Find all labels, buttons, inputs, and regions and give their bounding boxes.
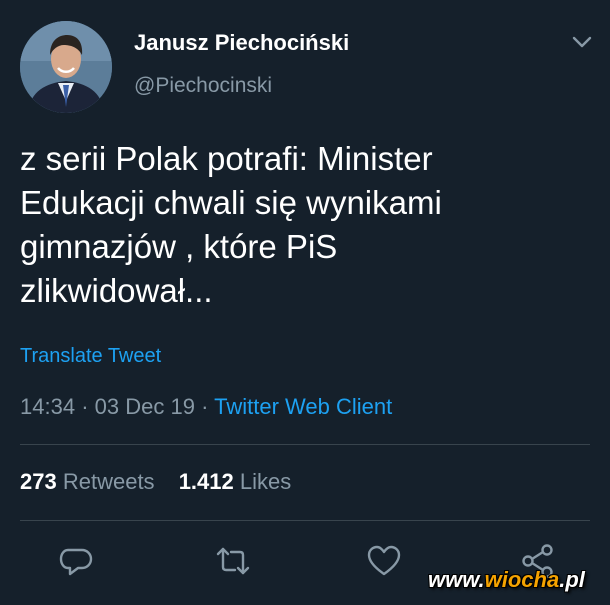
retweets-count: 273: [20, 469, 57, 494]
avatar-photo: [20, 21, 112, 113]
watermark: www.wiocha.pl: [428, 567, 585, 593]
tweet-meta: 14:34 · 03 Dec 19 · Twitter Web Client: [20, 394, 392, 420]
likes-count: 1.412: [178, 469, 234, 494]
tweet-text: z serii Polak potrafi: Minister Edukacji…: [20, 140, 442, 309]
tweet-menu-caret[interactable]: [571, 34, 593, 50]
retweets-label: Retweets: [62, 469, 155, 494]
like-icon: [367, 545, 401, 576]
tweet-date[interactable]: 03 Dec 19: [95, 394, 195, 419]
meta-separator: ·: [81, 394, 89, 419]
tweet-source-link[interactable]: Twitter Web Client: [214, 394, 392, 419]
reply-button[interactable]: [56, 541, 96, 581]
likes-label: Likes: [239, 469, 292, 494]
translate-tweet-link[interactable]: Translate Tweet: [20, 345, 161, 368]
watermark-brand: wiocha: [484, 567, 560, 592]
like-button[interactable]: [364, 541, 404, 581]
tweet-stats: 273 Retweets 1.412 Likes: [20, 469, 309, 495]
retweet-icon: [216, 547, 250, 575]
retweets-stat[interactable]: 273 Retweets: [20, 469, 155, 494]
avatar[interactable]: [20, 21, 112, 113]
retweet-button[interactable]: [213, 541, 253, 581]
divider: [20, 520, 590, 521]
author-handle[interactable]: @Piechocinski: [134, 74, 272, 98]
meta-separator: ·: [201, 394, 209, 419]
watermark-suffix: .pl: [559, 567, 585, 592]
watermark-prefix: www.: [428, 567, 485, 592]
divider: [20, 444, 590, 445]
chevron-down-icon: [572, 36, 592, 48]
tweet-time[interactable]: 14:34: [20, 394, 75, 419]
author-display-name[interactable]: Janusz Piechociński: [134, 30, 349, 56]
reply-icon: [59, 548, 93, 576]
tweet-detail: Janusz Piechociński @Piechocinski z seri…: [0, 0, 610, 605]
likes-stat[interactable]: 1.412 Likes: [179, 469, 292, 494]
